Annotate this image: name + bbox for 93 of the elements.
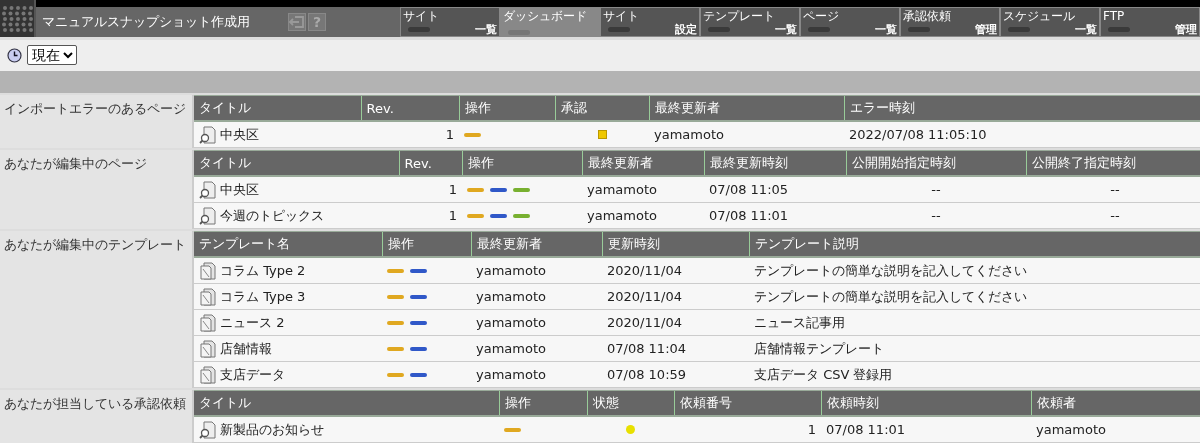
section-label: あなたが編集中のページ	[4, 156, 147, 171]
column-header: 承認	[555, 95, 649, 121]
column-header: 操作	[382, 231, 471, 257]
column-header: 最終更新者	[471, 231, 602, 257]
column-header: 公開終了指定時刻	[1026, 150, 1200, 176]
column-header: タイトル	[194, 95, 361, 121]
table-cell: ニュース記事用	[754, 314, 845, 330]
table-cell: 2020/11/04	[607, 315, 682, 330]
column-header: 操作	[499, 390, 587, 416]
column-header: 最終更新時刻	[704, 150, 846, 176]
column-header: テンプレート名	[194, 231, 382, 257]
table-cell: 1	[448, 182, 457, 197]
column-header: 操作	[459, 95, 555, 121]
action-pill-icon[interactable]	[410, 320, 427, 325]
section-label: インポートエラーのあるページ	[4, 101, 186, 116]
template-icon	[199, 287, 217, 306]
page-search-icon	[199, 125, 217, 144]
table-cell: 2022/07/08 11:05:10	[849, 127, 987, 142]
column-header: 状態	[587, 390, 674, 416]
table-cell: --	[1110, 208, 1120, 223]
time-select[interactable]: 現在	[27, 45, 77, 66]
column-header: テンプレート説明	[749, 231, 1200, 257]
table-cell: yamamoto	[476, 341, 546, 356]
nav-tab[interactable]: 承認依頼 管理	[900, 7, 1000, 37]
nav-tab[interactable]: スケジュール 一覧	[1000, 7, 1100, 37]
page-search-icon	[199, 420, 217, 439]
column-header: タイトル	[194, 150, 399, 176]
nav-tab[interactable]: サイト 一覧	[400, 7, 500, 37]
page-search-icon	[199, 206, 217, 225]
column-header: Rev.	[361, 95, 459, 121]
table-cell: 07/08 11:01	[826, 422, 906, 437]
table-cell: yamamoto	[476, 315, 546, 330]
column-header: 依頼者	[1031, 390, 1200, 416]
column-header: 最終更新者	[649, 95, 844, 121]
table-cell: 2020/11/04	[607, 263, 682, 278]
column-header: タイトル	[194, 390, 499, 416]
table-cell: --	[931, 208, 941, 223]
column-header: 更新時刻	[602, 231, 749, 257]
clock-icon	[7, 47, 22, 63]
action-pill-icon[interactable]	[410, 268, 427, 273]
nav-tab[interactable]: テンプレート 一覧	[700, 7, 800, 37]
table-cell: 店舗情報テンプレート	[754, 340, 884, 356]
table-cell: 1	[807, 422, 816, 437]
item-title[interactable]: 中央区	[220, 180, 259, 199]
table-cell: --	[931, 182, 941, 197]
table-cell: 支店データ CSV 登録用	[754, 366, 893, 382]
template-icon	[199, 261, 217, 280]
action-pill-icon[interactable]	[410, 346, 427, 351]
column-header: エラー時刻	[844, 95, 1200, 121]
nav-tab[interactable]: FTP 管理	[1100, 7, 1200, 37]
table-cell: 07/08 11:04	[607, 341, 687, 356]
template-icon	[199, 365, 217, 384]
table-cell: yamamoto	[654, 127, 724, 142]
action-pill-icon[interactable]	[513, 187, 530, 192]
table-cell: テンプレートの簡単な説明を記入してください	[754, 288, 1027, 304]
app-title: マニュアルスナップショット作成用	[42, 13, 250, 31]
table-cell: yamamoto	[476, 367, 546, 382]
nav-tab[interactable]: ダッシュボード	[500, 7, 600, 37]
nav-tab[interactable]: サイト 設定	[600, 7, 700, 37]
action-pill-icon[interactable]	[490, 213, 507, 218]
logout-button[interactable]	[288, 13, 306, 31]
table-cell: yamamoto	[587, 208, 657, 223]
item-title[interactable]: 店舗情報	[220, 339, 272, 358]
nav-tab[interactable]: ページ 一覧	[800, 7, 900, 37]
table-cell: 1	[448, 208, 457, 223]
table-cell: 07/08 11:01	[709, 208, 789, 223]
action-pill-icon[interactable]	[410, 372, 427, 377]
table-cell: yamamoto	[476, 263, 546, 278]
table-cell: yamamoto	[1036, 422, 1106, 437]
grid-logo-icon	[0, 0, 36, 37]
template-icon	[199, 339, 217, 358]
section-label: あなたが編集中のテンプレート	[4, 237, 186, 252]
item-title[interactable]: 中央区	[220, 125, 259, 144]
template-icon	[199, 313, 217, 332]
action-pill-icon[interactable]	[513, 213, 530, 218]
column-header: 依頼番号	[674, 390, 821, 416]
column-header: 操作	[462, 150, 582, 176]
action-pill-icon[interactable]	[410, 294, 427, 299]
table-cell: 07/08 10:59	[607, 367, 687, 382]
page-search-icon	[199, 180, 217, 199]
table-cell: yamamoto	[587, 182, 657, 197]
table-cell: --	[1110, 182, 1120, 197]
section-label: あなたが担当している承認依頼	[4, 396, 186, 411]
column-header: Rev.	[399, 150, 462, 176]
table-cell: 1	[445, 127, 454, 142]
table-cell: yamamoto	[476, 289, 546, 304]
column-header: 依頼時刻	[821, 390, 1031, 416]
table-cell: テンプレートの簡単な説明を記入してください	[754, 262, 1027, 278]
table-cell: 2020/11/04	[607, 289, 682, 304]
action-pill-icon[interactable]	[490, 187, 507, 192]
column-header: 最終更新者	[582, 150, 704, 176]
table-cell: 07/08 11:05	[709, 182, 789, 197]
column-header: 公開開始指定時刻	[846, 150, 1026, 176]
